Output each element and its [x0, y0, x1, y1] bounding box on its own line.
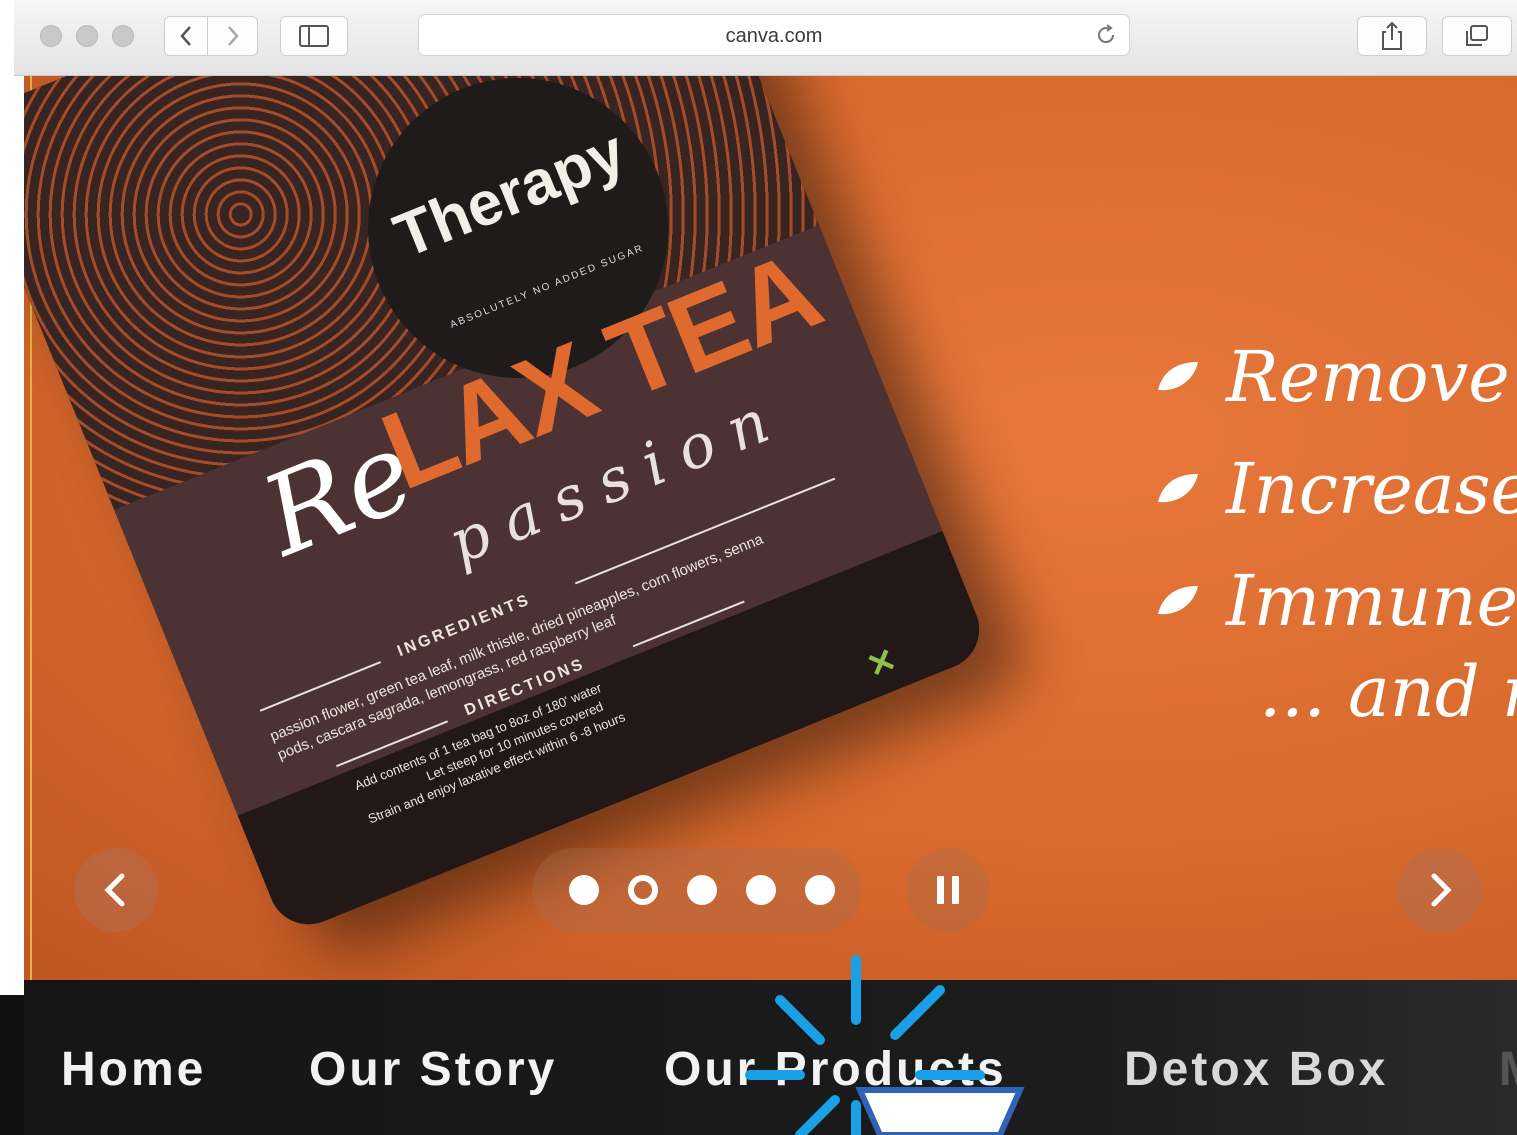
- benefit-item: Increase m: [1154, 433, 1517, 545]
- chevron-left-icon: [180, 26, 191, 46]
- pause-icon: [937, 876, 944, 904]
- leaf-icon: [1158, 586, 1198, 615]
- tabs-icon: [1466, 25, 1488, 46]
- browser-toolbar: canva.com: [14, 0, 1517, 76]
- nav-item-more[interactable]: M: [1499, 1042, 1517, 1097]
- hero-carousel: Therapy ABSOLUTELY NO ADDED SUGAR Re LAX…: [24, 76, 1517, 980]
- benefit-text: Immune s: [1226, 560, 1517, 642]
- carousel-pagination: [532, 848, 862, 932]
- carousel-next-button[interactable]: [1398, 848, 1482, 932]
- web-page: Therapy ABSOLUTELY NO ADDED SUGAR Re LAX…: [24, 76, 1517, 1135]
- carousel-dot[interactable]: [746, 875, 776, 905]
- benefit-text: Remove to: [1226, 336, 1517, 418]
- share-icon: [1382, 21, 1402, 50]
- carousel-dot[interactable]: [569, 875, 599, 905]
- forward-button[interactable]: [208, 16, 258, 56]
- carousel-prev-button[interactable]: [74, 848, 158, 932]
- window-close-button[interactable]: [40, 25, 62, 47]
- leaf-icon: [1158, 362, 1198, 391]
- carousel-dot-active[interactable]: [628, 875, 658, 905]
- nav-item-our-story[interactable]: Our Story: [309, 1042, 557, 1097]
- nav-item-detox-box[interactable]: Detox Box: [1124, 1042, 1388, 1097]
- benefit-text: Increase m: [1226, 448, 1517, 530]
- chevron-right-icon: [1431, 873, 1452, 907]
- address-bar[interactable]: canva.com: [418, 14, 1130, 56]
- carousel-pause-button[interactable]: [906, 848, 990, 932]
- benefit-item: Remove to: [1154, 321, 1517, 433]
- sidebar-icon: [299, 25, 329, 47]
- chevron-left-icon: [104, 873, 125, 907]
- nav-item-home[interactable]: Home: [61, 1042, 206, 1097]
- main-navigation: Home Our Story Our Products Detox Box M: [24, 980, 1517, 1135]
- benefit-item: Immune s: [1154, 545, 1517, 657]
- show-tabs-button[interactable]: [1442, 16, 1512, 56]
- reload-icon[interactable]: [1093, 22, 1119, 48]
- share-button[interactable]: [1357, 16, 1427, 56]
- window-edge: [0, 995, 24, 1135]
- benefit-more-text: ... and m: [1259, 651, 1517, 733]
- benefits-list: Remove to Increase m Immune s: [1154, 321, 1517, 657]
- leaf-icon: [1158, 474, 1198, 503]
- window-minimize-button[interactable]: [76, 25, 98, 47]
- back-button[interactable]: [164, 16, 208, 56]
- pause-icon: [952, 876, 959, 904]
- product-image-pouch: Therapy ABSOLUTELY NO ADDED SUGAR Re LAX…: [24, 76, 992, 937]
- chevron-right-icon: [227, 26, 239, 46]
- url-text: canva.com: [725, 25, 823, 47]
- sidebar-toggle-button[interactable]: [280, 16, 348, 56]
- carousel-dot[interactable]: [805, 875, 835, 905]
- nav-item-our-products[interactable]: Our Products: [664, 1042, 1007, 1097]
- carousel-dot[interactable]: [687, 875, 717, 905]
- window-zoom-button[interactable]: [112, 25, 134, 47]
